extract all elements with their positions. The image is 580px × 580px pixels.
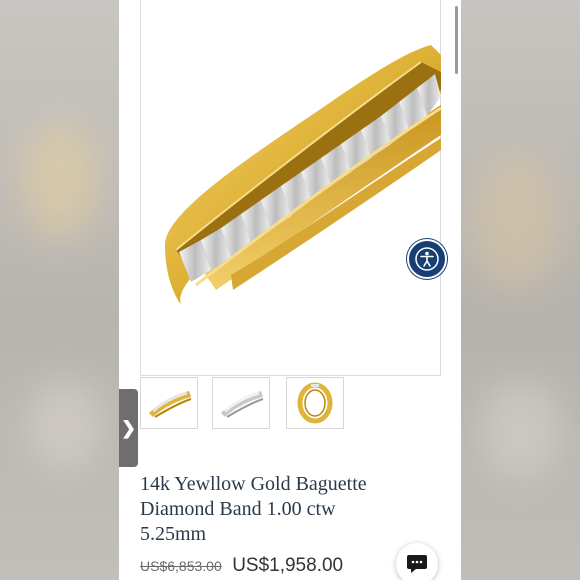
ring-front-view-icon	[297, 382, 333, 424]
product-title-line-2: Diamond Band 1.00 ctw	[140, 498, 336, 520]
blurred-background-right	[461, 0, 580, 580]
product-title-line-1: 14k Yewllow Gold Baguette	[140, 473, 367, 495]
chat-bubble-icon	[407, 555, 427, 573]
yellow-gold-band-icon	[149, 391, 192, 418]
side-drawer-tab[interactable]: ❯	[119, 389, 138, 467]
accessibility-icon	[415, 247, 439, 271]
accessibility-button[interactable]	[407, 239, 447, 279]
white-gold-band-icon	[221, 391, 264, 418]
price-row: US$6,853.00 US$1,958.00	[140, 555, 343, 577]
product-title: 14k Yewllow Gold Baguette Diamond Band 1…	[140, 472, 440, 547]
scroll-indicator[interactable]	[455, 6, 458, 74]
product-page: ❯ 14k Yewllow Gold Baguette Diamond Band…	[119, 0, 461, 580]
sale-price: US$1,958.00	[232, 555, 344, 576]
thumbnail-yellow-gold-ring[interactable]	[140, 377, 198, 429]
thumbnail-white-gold-ring[interactable]	[212, 377, 270, 429]
original-price: US$6,853.00	[140, 558, 222, 574]
main-product-image[interactable]	[140, 0, 442, 376]
product-title-line-3: 5.25mm	[140, 523, 207, 545]
gold-baguette-ring-image	[165, 45, 442, 305]
chevron-right-icon: ❯	[120, 417, 137, 438]
blurred-background-left	[0, 0, 119, 580]
thumbnail-ring-front-view[interactable]	[286, 377, 344, 429]
chat-button[interactable]	[396, 543, 438, 580]
